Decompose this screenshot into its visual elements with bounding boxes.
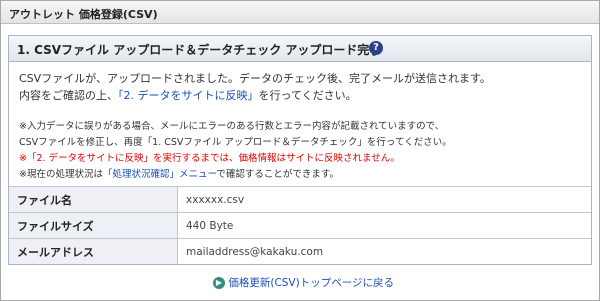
- message-line-2-after: を行ってください。: [258, 89, 357, 102]
- upload-result-panel: 1. CSVファイル アップロード＆データチェック アップロード完了 ? CSV…: [8, 35, 592, 265]
- message-line-1: CSVファイルが、アップロードされました。データのチェック後、完了メールが送信さ…: [19, 72, 491, 85]
- row-value-filesize: 440 Byte: [177, 212, 591, 239]
- back-to-top-link[interactable]: ▶ 価格更新(CSV)トップページに戻る: [213, 275, 394, 290]
- page-header: アウトレット 価格登録(CSV): [1, 1, 599, 24]
- note-2: CSVファイルを修正し、再度「1. CSVファイル アップロード＆データチェック…: [19, 137, 452, 148]
- note-4-after: で確認することができます。: [216, 169, 339, 180]
- back-link-label[interactable]: 価格更新(CSV)トップページに戻る: [228, 277, 394, 289]
- table-row: ファイルサイズ 440 Byte: [9, 212, 591, 239]
- page-title: アウトレット 価格登録(CSV): [9, 8, 158, 21]
- arrow-right-circle-icon: ▶: [213, 277, 225, 289]
- row-label-filename: ファイル名: [9, 186, 178, 213]
- table-row: メールアドレス mailaddress@kakaku.com: [9, 238, 591, 264]
- question-circle-icon[interactable]: ?: [369, 41, 383, 55]
- note-4-before: ※現在の処理状況は: [19, 169, 103, 180]
- panel-title: 1. CSVファイル アップロード＆データチェック アップロード完了: [17, 43, 382, 57]
- table-row: ファイル名 xxxxxx.csv: [9, 186, 591, 213]
- row-label-filesize: ファイルサイズ: [9, 212, 178, 239]
- row-value-filename: xxxxxx.csv: [177, 186, 591, 213]
- note-3-warning: ※「2. データをサイトに反映」を実行するまでは、価格情報はサイトに反映されませ…: [19, 153, 400, 164]
- upload-info-table: ファイル名 xxxxxx.csv ファイルサイズ 440 Byte メールアドレ…: [9, 186, 591, 264]
- reflect-data-link[interactable]: 「2. データをサイトに反映」: [118, 89, 259, 102]
- page-frame: アウトレット 価格登録(CSV) 1. CSVファイル アップロード＆データチェ…: [0, 0, 600, 301]
- row-label-email: メールアドレス: [9, 238, 178, 264]
- note-4: ※現在の処理状況は「処理状況確認」メニューで確認することができます。: [19, 166, 339, 180]
- row-value-email: mailaddress@kakaku.com: [177, 238, 591, 264]
- message-line-2: 内容をご確認の上、「2. データをサイトに反映」を行ってください。: [19, 87, 357, 103]
- panel-header: 1. CSVファイル アップロード＆データチェック アップロード完了 ?: [9, 36, 591, 62]
- note-1: ※入力データに誤りがある場合、メールにエラーのある行数とエラー内容が記載されてい…: [19, 121, 445, 132]
- message-line-2-before: 内容をご確認の上、: [19, 89, 118, 102]
- status-check-menu-link[interactable]: 「処理状況確認」メニュー: [103, 169, 216, 180]
